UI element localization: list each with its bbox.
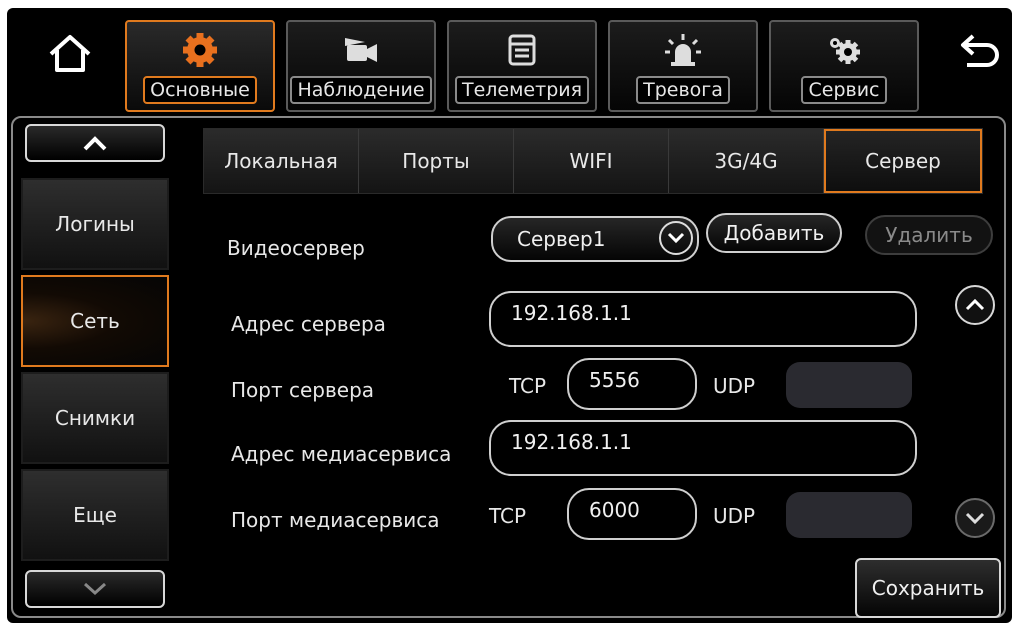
tab-surveillance[interactable]: Наблюдение: [286, 20, 436, 112]
sidebar-item-more[interactable]: Еще: [21, 469, 169, 561]
server-address-label: Адрес сервера: [231, 312, 386, 336]
server-udp-label: UDP: [713, 374, 756, 398]
save-button[interactable]: Сохранить: [855, 558, 1001, 618]
gear-icon: [183, 33, 217, 67]
scroll-up-button[interactable]: [955, 285, 995, 325]
subtab-3g4g-label: 3G/4G: [714, 149, 778, 173]
subtab-ports-label: Порты: [402, 149, 470, 173]
chevron-down-icon: [965, 512, 985, 525]
tab-service-label: Сервис: [801, 76, 887, 104]
server-tcp-port-field[interactable]: 5556: [567, 358, 697, 410]
media-port-label: Порт медиасервиса: [231, 508, 440, 532]
media-tcp-label: TCP: [489, 504, 527, 528]
sidebar-item-label: Снимки: [54, 406, 136, 430]
media-tcp-port-field[interactable]: 6000: [567, 488, 697, 540]
add-server-button-label: Добавить: [723, 221, 825, 245]
sidebar-item-label: Логины: [55, 212, 135, 236]
media-tcp-port-value: 6000: [589, 498, 640, 522]
video-server-label: Видеосервер: [227, 236, 365, 260]
dvr-settings-screen: Основные Наблюдение Телеметрия Тревога С…: [7, 8, 1012, 623]
delete-server-button[interactable]: Удалить: [865, 215, 993, 255]
back-button[interactable]: [955, 28, 1005, 74]
tab-alarm-label: Тревога: [636, 76, 730, 104]
save-button-label: Сохранить: [871, 576, 985, 600]
server-tcp-label: TCP: [509, 374, 547, 398]
home-icon: [49, 35, 91, 72]
server-udp-port-field[interactable]: [786, 362, 912, 408]
media-udp-label: UDP: [713, 504, 756, 528]
chevron-down-icon: [83, 582, 107, 596]
document-icon: [508, 34, 536, 66]
network-subtabs: Локальная Порты WIFI 3G/4G Сервер: [203, 128, 983, 194]
media-address-label: Адрес медиасервиса: [231, 442, 452, 466]
sidebar-item-label: Сеть: [70, 309, 120, 333]
settings-panel: Логины Сеть Снимки Еще Локальная Порты W…: [11, 116, 1006, 618]
tab-service[interactable]: Сервис: [769, 20, 919, 112]
media-address-field[interactable]: 192.168.1.1: [489, 420, 917, 476]
tab-alarm[interactable]: Тревога: [608, 20, 758, 112]
subtab-3g4g[interactable]: 3G/4G: [669, 129, 824, 193]
camera-icon: [345, 38, 377, 62]
subtab-local-label: Локальная: [224, 149, 338, 173]
tab-main[interactable]: Основные: [125, 20, 275, 112]
home-button[interactable]: [45, 30, 95, 76]
chevron-up-icon: [83, 136, 107, 151]
subtab-wifi[interactable]: WIFI: [514, 129, 669, 193]
subtab-local[interactable]: Локальная: [204, 129, 359, 193]
chevron-up-icon: [965, 298, 985, 311]
server-address-value: 192.168.1.1: [511, 301, 632, 325]
back-arrow-icon: [961, 34, 999, 67]
alarm-light-icon: [665, 34, 701, 66]
subtab-server-label: Сервер: [865, 149, 941, 173]
chevron-down-icon: [659, 221, 693, 255]
media-udp-port-field[interactable]: [786, 492, 912, 538]
subtab-server[interactable]: Сервер: [824, 129, 982, 193]
server-address-field[interactable]: 192.168.1.1: [489, 291, 917, 347]
tab-telemetry-label: Телеметрия: [454, 76, 590, 104]
video-server-value: Сервер1: [517, 227, 606, 251]
media-address-value: 192.168.1.1: [511, 430, 632, 454]
tab-telemetry[interactable]: Телеметрия: [447, 20, 597, 112]
tab-surveillance-label: Наблюдение: [290, 76, 432, 104]
delete-server-button-label: Удалить: [885, 223, 973, 247]
server-tcp-port-value: 5556: [589, 368, 640, 392]
server-port-label: Порт сервера: [231, 378, 375, 402]
sidebar-item-snapshots[interactable]: Снимки: [21, 372, 169, 464]
tab-main-label: Основные: [143, 76, 257, 104]
sidebar-item-network[interactable]: Сеть: [21, 275, 169, 367]
sidebar-item-label: Еще: [73, 503, 117, 527]
gears-icon: [830, 38, 860, 64]
sidebar-scroll-down-button[interactable]: [25, 570, 165, 608]
scroll-down-button[interactable]: [955, 498, 995, 538]
sidebar-item-logins[interactable]: Логины: [21, 178, 169, 270]
add-server-button[interactable]: Добавить: [706, 213, 842, 253]
subtab-ports[interactable]: Порты: [359, 129, 514, 193]
sidebar-scroll-up-button[interactable]: [25, 124, 165, 162]
subtab-wifi-label: WIFI: [569, 149, 613, 173]
video-server-select[interactable]: Сервер1: [491, 216, 699, 262]
